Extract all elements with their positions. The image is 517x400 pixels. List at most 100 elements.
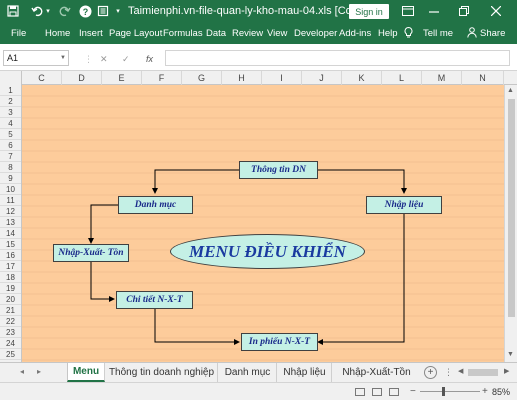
row-header[interactable]: 8 (0, 162, 21, 173)
save-icon[interactable] (6, 4, 20, 18)
help-circle-icon[interactable]: ? (78, 4, 92, 18)
normal-view-icon[interactable] (355, 388, 365, 396)
row-header[interactable]: 24 (0, 338, 21, 349)
column-header-m[interactable]: M (422, 71, 462, 85)
tab-page-layout[interactable]: Page Layout (109, 28, 162, 39)
row-header[interactable]: 17 (0, 261, 21, 272)
row-header[interactable]: 25 (0, 349, 21, 360)
scroll-right-icon[interactable]: ▶ (504, 367, 509, 375)
scroll-down-icon[interactable]: ▼ (507, 351, 514, 358)
row-header[interactable]: 10 (0, 184, 21, 195)
column-header-h[interactable]: H (222, 71, 262, 85)
tab-insert[interactable]: Insert (79, 28, 103, 39)
cancel-entry-icon[interactable]: ✕ (100, 54, 108, 65)
zoom-slider-thumb[interactable] (442, 387, 445, 396)
row-header[interactable]: 2 (0, 96, 21, 107)
row-header[interactable]: 13 (0, 217, 21, 228)
row-header[interactable]: 19 (0, 283, 21, 294)
row-header[interactable]: 5 (0, 129, 21, 140)
column-header-d[interactable]: D (62, 71, 102, 85)
undo-icon[interactable] (30, 4, 44, 18)
tab-file[interactable]: File (11, 28, 26, 39)
row-header[interactable]: 12 (0, 206, 21, 217)
worksheet-grid[interactable]: Thông tin DN Danh mục Nhập liệu Nhập-Xuấ… (22, 85, 504, 362)
horizontal-scrollbar[interactable]: ◀ ▶ (458, 367, 512, 378)
data-entry-box[interactable]: Nhập liệu (366, 196, 442, 214)
prev-sheet-icon[interactable]: ◂ (20, 367, 24, 376)
row-header[interactable]: 3 (0, 107, 21, 118)
tab-data[interactable]: Data (206, 28, 226, 39)
row-header[interactable]: 9 (0, 173, 21, 184)
row-header[interactable]: 15 (0, 239, 21, 250)
tab-review[interactable]: Review (232, 28, 263, 39)
zoom-in-button[interactable]: + (482, 386, 488, 397)
in-out-stock-box[interactable]: Nhập-Xuất- Tồn (53, 244, 129, 262)
row-header[interactable]: 18 (0, 272, 21, 283)
column-header-n[interactable]: N (462, 71, 504, 85)
zoom-slider[interactable] (420, 391, 480, 392)
redo-icon[interactable] (58, 4, 72, 18)
scroll-up-icon[interactable]: ▲ (507, 87, 514, 94)
column-header-c[interactable]: C (22, 71, 62, 85)
row-header[interactable]: 20 (0, 294, 21, 305)
restore-icon[interactable] (456, 3, 472, 19)
tab-add-ins[interactable]: Add-ins (339, 28, 371, 39)
insert-function-button[interactable]: fx (146, 54, 153, 64)
vertical-scrollbar[interactable]: ▲ ▼ (504, 85, 517, 362)
row-header[interactable]: 1 (0, 85, 21, 96)
tab-view[interactable]: View (267, 28, 287, 39)
sign-in-button[interactable]: Sign in (349, 4, 389, 19)
new-sheet-button[interactable]: + (424, 366, 437, 379)
tab-home[interactable]: Home (45, 28, 70, 39)
tab-help[interactable]: Help (378, 28, 398, 39)
column-header-i[interactable]: I (262, 71, 302, 85)
column-header-j[interactable]: J (302, 71, 342, 85)
print-preview-icon[interactable] (96, 4, 110, 18)
detail-box[interactable]: Chi tiết N-X-T (116, 291, 193, 309)
sheet-tab-catalog[interactable]: Danh mục (219, 363, 277, 382)
tab-developer[interactable]: Developer (294, 28, 337, 39)
tell-me-search[interactable]: Tell me (423, 28, 453, 39)
column-header-l[interactable]: L (382, 71, 422, 85)
row-header[interactable]: 6 (0, 140, 21, 151)
sheet-tab-data-entry[interactable]: Nhập liệu (278, 363, 332, 382)
vertical-scroll-thumb[interactable] (508, 99, 515, 317)
column-header-e[interactable]: E (102, 71, 142, 85)
column-header-g[interactable]: G (182, 71, 222, 85)
row-header[interactable]: 7 (0, 151, 21, 162)
row-header[interactable]: 23 (0, 327, 21, 338)
row-header[interactable]: 11 (0, 195, 21, 206)
sheet-tab-in-out-stock[interactable]: Nhập-Xuất-Tồn (333, 363, 420, 382)
catalog-box[interactable]: Danh mục (118, 196, 193, 214)
customize-toolbar-icon[interactable]: ▾ (114, 4, 122, 18)
row-header[interactable]: 21 (0, 305, 21, 316)
zoom-out-button[interactable]: − (410, 386, 416, 397)
sheet-tab-menu[interactable]: Menu (67, 363, 105, 382)
enter-entry-icon[interactable]: ✓ (122, 54, 130, 65)
row-header[interactable]: 14 (0, 228, 21, 239)
scroll-left-icon[interactable]: ◀ (458, 367, 463, 375)
sheet-tab-company-info[interactable]: Thông tin doanh nghiệp (106, 363, 218, 382)
share-button[interactable]: Share (480, 28, 505, 39)
next-sheet-icon[interactable]: ▸ (37, 367, 41, 376)
zoom-level[interactable]: 85% (492, 387, 510, 397)
more-options-icon[interactable]: ⋮ (444, 367, 453, 378)
horizontal-scroll-thumb[interactable] (468, 369, 498, 376)
row-header[interactable]: 16 (0, 250, 21, 261)
column-header-f[interactable]: F (142, 71, 182, 85)
ribbon-display-options-icon[interactable] (400, 3, 416, 19)
close-icon[interactable] (488, 3, 504, 19)
company-info-box[interactable]: Thông tin DN (239, 161, 318, 179)
column-header-k[interactable]: K (342, 71, 382, 85)
row-header[interactable]: 22 (0, 316, 21, 327)
tab-formulas[interactable]: Formulas (163, 28, 203, 39)
name-box-dropdown-icon[interactable]: ▼ (60, 55, 66, 61)
row-header[interactable]: 4 (0, 118, 21, 129)
page-layout-view-icon[interactable] (372, 388, 382, 396)
print-box[interactable]: In phiếu N-X-T (241, 333, 318, 351)
undo-dropdown-icon[interactable]: ▾ (44, 4, 52, 18)
formula-input[interactable] (165, 50, 510, 66)
select-all-corner[interactable] (0, 71, 22, 85)
minimize-icon[interactable] (426, 3, 442, 19)
page-break-view-icon[interactable] (389, 388, 399, 396)
